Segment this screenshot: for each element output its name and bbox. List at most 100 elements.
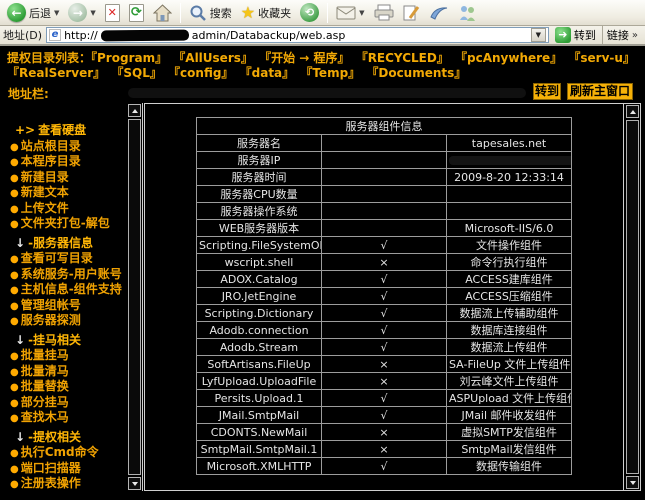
priv-dir-link[interactable]: 『AllUsers』 xyxy=(173,51,253,65)
sidebar-item-执行Cmd命令[interactable]: ●执行Cmd命令 xyxy=(0,445,128,461)
priv-dir-link[interactable]: 『SQL』 xyxy=(111,66,162,80)
sidebar-item-批量挂马[interactable]: ●批量挂马 xyxy=(0,348,128,364)
table-title: 服务器组件信息 xyxy=(197,118,572,135)
refresh-icon: ⟳ xyxy=(129,4,144,22)
stop-button[interactable]: ✕ xyxy=(102,1,123,25)
favorites-button[interactable]: ★ 收藏夹 xyxy=(238,1,294,25)
history-button[interactable]: ⟲ xyxy=(297,1,322,25)
target-address-label: 地址栏: xyxy=(8,85,49,102)
sidebar-item-查看可写目录[interactable]: ●查看可写目录 xyxy=(0,251,128,267)
component-name-cell: SmtpMail.SmtpMail.1 xyxy=(197,441,322,458)
component-name-cell: CDONTS.NewMail xyxy=(197,424,322,441)
priv-dir-link[interactable]: 『RECYCLED』 xyxy=(356,51,449,65)
bullet-icon: ● xyxy=(10,382,19,393)
target-go-button[interactable]: 转到 xyxy=(533,83,561,100)
sidebar-item-批量清马[interactable]: ●批量清马 xyxy=(0,364,128,380)
section-arrow-icon: ↓ xyxy=(15,236,25,250)
sidebar-item-注册表操作[interactable]: ●注册表操作 xyxy=(0,476,128,491)
sidebar-section-header: ↓-挂马相关 xyxy=(0,333,128,349)
component-name-cell: JMail.SmtpMail xyxy=(197,407,322,424)
sidebar-item-文件夹打包-解包[interactable]: ●文件夹打包-解包 xyxy=(0,216,128,232)
sidebar-item-新建文本[interactable]: ●新建文本 xyxy=(0,185,128,201)
home-icon xyxy=(153,4,172,22)
sidebar-item-上传文件[interactable]: ●上传文件 xyxy=(0,201,128,217)
component-name-cell: Adodb.Stream xyxy=(197,339,322,356)
priv-dir-link[interactable]: 『Program』 xyxy=(91,51,167,65)
sidebar-item-管理组帐号[interactable]: ●管理组帐号 xyxy=(0,298,128,314)
sidebar-item-本程序目录[interactable]: ●本程序目录 xyxy=(0,154,128,170)
refresh-button[interactable]: ⟳ xyxy=(126,1,147,25)
priv-dir-link[interactable]: 『config』 xyxy=(168,66,233,80)
go-button[interactable]: ➜ 转到 xyxy=(553,27,598,43)
discuss-button[interactable] xyxy=(426,1,452,25)
component-mark-cell: √ xyxy=(322,339,447,356)
edit-button[interactable] xyxy=(400,1,423,25)
priv-dir-links: 『Program』 『AllUsers』 『开始 → 程序』 『RECYCLED… xyxy=(7,51,637,80)
back-button[interactable]: ← 后退 ▼ xyxy=(4,1,62,25)
component-mark-cell: √ xyxy=(322,322,447,339)
links-chevron-icon: » xyxy=(632,30,638,41)
server-info-row: 服务器操作系统 xyxy=(197,203,572,220)
component-row: JMail.SmtpMail√JMail 邮件收发组件 xyxy=(197,407,572,424)
mail-button[interactable]: ▼ xyxy=(333,1,367,25)
back-dropdown-icon[interactable]: ▼ xyxy=(54,9,59,17)
main-scrollbar[interactable] xyxy=(623,104,640,490)
sidebar-item-label: 注册表操作 xyxy=(21,476,81,490)
component-row: Microsoft.XMLHTTP√数据传输组件 xyxy=(197,458,572,475)
sidebar-item-查找木马[interactable]: ●查找木马 xyxy=(0,410,128,426)
home-button[interactable] xyxy=(150,1,175,25)
sidebar-item-系统服务-用户账号[interactable]: ●系统服务-用户账号 xyxy=(0,267,128,283)
address-dropdown-button[interactable]: ▼ xyxy=(531,28,546,42)
sidebar-item-批量替换[interactable]: ●批量替换 xyxy=(0,379,128,395)
scrollbar-thumb[interactable] xyxy=(626,120,639,474)
scroll-down-icon[interactable] xyxy=(626,476,639,489)
priv-dir-link[interactable]: 『data』 xyxy=(240,66,295,80)
forward-dropdown-icon[interactable]: ▼ xyxy=(90,9,95,17)
component-desc-cell: 文件操作组件 xyxy=(447,237,572,254)
address-input[interactable]: e http:// admin/Databackup/web.asp ▼ xyxy=(46,27,549,43)
component-name-cell: LyfUpload.UploadFile xyxy=(197,373,322,390)
component-mark-cell: √ xyxy=(322,305,447,322)
messenger-icon xyxy=(458,4,476,22)
sidebar-item-服务器探测[interactable]: ●服务器探测 xyxy=(0,313,128,329)
component-name-cell: Microsoft.XMLHTTP xyxy=(197,458,322,475)
scroll-up-icon[interactable] xyxy=(626,105,639,118)
priv-dir-link[interactable]: 『serv-u』 xyxy=(568,51,635,65)
scroll-up-icon[interactable] xyxy=(128,104,141,117)
priv-dir-link[interactable]: 『Documents』 xyxy=(366,66,466,80)
print-button[interactable] xyxy=(371,1,397,25)
scroll-down-icon[interactable] xyxy=(128,477,141,490)
search-button[interactable]: 搜索 xyxy=(186,1,235,25)
sidebar-item-label: 文件夹打包-解包 xyxy=(21,216,110,230)
sidebar-section-header: ↓-提权相关 xyxy=(0,430,128,446)
url-path: admin/Databackup/web.asp xyxy=(192,29,346,42)
bullet-icon: ● xyxy=(10,316,19,327)
sidebar-item-label: 站点根目录 xyxy=(21,139,81,153)
sidebar-item-label: 部分挂马 xyxy=(21,395,69,409)
sidebar-item-主机信息-组件支持[interactable]: ●主机信息-组件支持 xyxy=(0,282,128,298)
scrollbar-thumb[interactable] xyxy=(128,119,141,475)
discuss-icon xyxy=(429,5,449,21)
sidebar-item-端口扫描器[interactable]: ●端口扫描器 xyxy=(0,461,128,477)
priv-dir-link[interactable]: 『pcAnywhere』 xyxy=(455,51,562,65)
refresh-main-window-button[interactable]: 刷新主窗口 xyxy=(567,83,633,100)
priv-dir-link[interactable]: 『RealServer』 xyxy=(7,66,105,80)
webshell-page: 提权目录列表：『Program』 『AllUsers』 『开始 → 程序』 『R… xyxy=(0,46,645,500)
priv-dir-link[interactable]: 『Temp』 xyxy=(300,66,360,80)
sidebar-item-站点根目录[interactable]: ●站点根目录 xyxy=(0,139,128,155)
sidebar-scrollbar[interactable] xyxy=(127,103,142,491)
forward-button[interactable]: → ▼ xyxy=(65,1,98,25)
info-name-cell: 服务器CPU数量 xyxy=(197,186,322,203)
mail-dropdown-icon[interactable]: ▼ xyxy=(359,9,364,17)
priv-dir-link[interactable]: 『开始 → 程序』 xyxy=(259,51,349,65)
sidebar-item-部分挂马[interactable]: ●部分挂马 xyxy=(0,395,128,411)
sidebar-item-新建目录[interactable]: ●新建目录 xyxy=(0,170,128,186)
links-bar[interactable]: 链接 » xyxy=(602,26,642,44)
component-mark-cell: × xyxy=(322,424,447,441)
sidebar-item-label: 主机信息-组件支持 xyxy=(21,282,122,296)
section-label: -挂马相关 xyxy=(28,333,81,347)
bullet-icon: ● xyxy=(10,270,19,281)
messenger-button[interactable] xyxy=(455,1,479,25)
info-name-cell: WEB服务器版本 xyxy=(197,220,322,237)
bullet-icon: ● xyxy=(10,479,19,490)
